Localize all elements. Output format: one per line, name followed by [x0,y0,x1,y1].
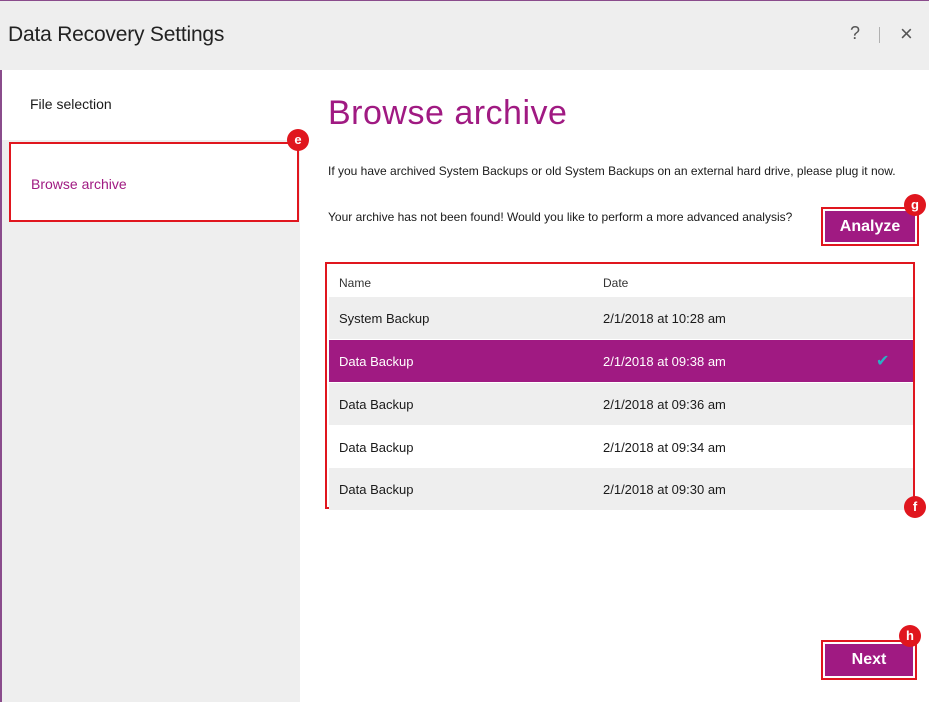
sidebar-item-browse-archive[interactable]: Browse archive [9,142,299,222]
callout-badge-e: e [287,129,309,151]
callout-badge-g: g [904,194,926,216]
close-button[interactable]: × [900,21,913,47]
sidebar-item-label: File selection [30,96,112,112]
backup-date: 2/1/2018 at 09:38 am [603,354,726,369]
table-row[interactable]: Data Backup 2/1/2018 at 09:36 am [329,383,913,425]
data-recovery-settings-window: Data Recovery Settings ? × File selectio… [0,0,929,702]
column-header-name: Name [339,276,372,290]
table-row-selected[interactable]: Data Backup 2/1/2018 at 09:38 am ✔ [329,340,913,382]
checkmark-icon: ✔ [876,353,890,370]
backup-date: 2/1/2018 at 09:36 am [603,397,726,412]
callout-badge-h: h [899,625,921,647]
help-button[interactable]: ? [850,23,860,44]
backup-date: 2/1/2018 at 09:34 am [603,440,726,455]
backup-name: Data Backup [339,397,414,412]
archive-table: Name Date System Backup 2/1/2018 at 10:2… [325,262,915,510]
window-title: Data Recovery Settings [8,23,225,46]
backup-date: 2/1/2018 at 09:30 am [603,482,726,497]
table-row[interactable]: Data Backup 2/1/2018 at 09:34 am [329,426,913,468]
column-header-date: Date [603,276,629,290]
backup-name: Data Backup [339,482,414,497]
sidebar-item-label: Browse archive [31,176,127,192]
backup-name: Data Backup [339,354,414,369]
sidebar-item-file-selection[interactable]: File selection [2,70,300,140]
page-title: Browse archive [328,94,568,132]
table-row[interactable]: System Backup 2/1/2018 at 10:28 am [329,297,913,339]
backup-date: 2/1/2018 at 10:28 am [603,311,726,326]
archive-not-found-text: Your archive has not been found! Would y… [328,210,793,224]
next-button[interactable]: Next [825,644,913,676]
table-row[interactable]: Data Backup 2/1/2018 at 09:30 am [329,468,913,510]
callout-badge-f: f [904,496,926,518]
backup-name: System Backup [339,311,430,326]
title-divider [879,27,880,43]
title-bar: Data Recovery Settings ? × [0,0,929,70]
analyze-button[interactable]: Analyze [825,211,915,242]
backup-name: Data Backup [339,440,414,455]
archive-info-text: If you have archived System Backups or o… [328,164,896,178]
